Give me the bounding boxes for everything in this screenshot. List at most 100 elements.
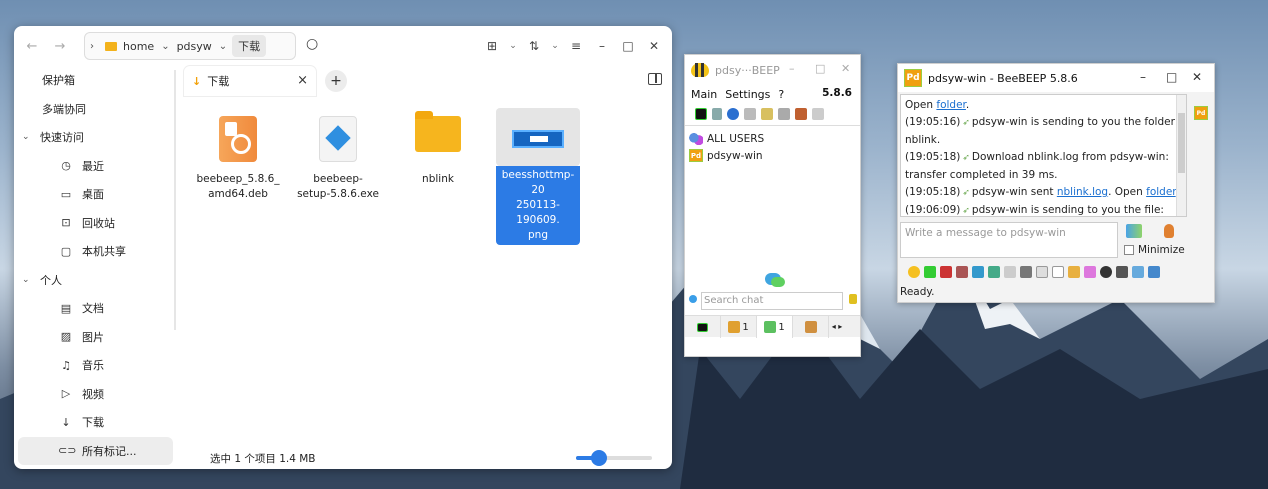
menu-item-help[interactable]: ? — [778, 88, 784, 101]
breadcrumb-pdsyw[interactable]: pdsyw — [175, 40, 214, 53]
filter-icon[interactable] — [972, 266, 984, 278]
sidebar-divider[interactable] — [174, 70, 176, 330]
save-icon[interactable] — [1132, 266, 1144, 278]
checkbox[interactable] — [1124, 245, 1134, 255]
edit-icon[interactable] — [761, 108, 773, 120]
detail-panel-icon[interactable] — [648, 73, 662, 85]
breadcrumb-downloads[interactable]: 下载 — [232, 35, 267, 57]
status-icon[interactable] — [695, 108, 707, 120]
tab-scroll-arrows[interactable]: ◂ ▸ — [829, 316, 845, 337]
minimize-icon[interactable]: – — [789, 62, 795, 75]
close-icon[interactable]: ✕ — [1192, 70, 1202, 84]
scrollbar-thumb[interactable] — [1178, 113, 1185, 173]
close-icon[interactable]: × — [297, 73, 308, 88]
close-icon[interactable]: ✕ — [841, 62, 850, 75]
close-icon[interactable]: ✕ — [642, 34, 666, 58]
history-icon[interactable] — [1084, 266, 1096, 278]
minimize-icon[interactable]: – — [590, 34, 614, 58]
list-item-all-users[interactable]: ALL USERS — [689, 130, 856, 147]
folder-link[interactable]: folder — [1146, 186, 1176, 198]
minimize-checkbox[interactable]: Minimize — [1124, 244, 1185, 256]
sidebar-item-desktop[interactable]: ▭ 桌面 — [14, 180, 179, 209]
transfer-icon: ➶ — [962, 153, 970, 163]
menu-icon[interactable]: ≡ — [564, 34, 588, 58]
search-icon[interactable] — [778, 108, 790, 120]
add-tab-button[interactable]: + — [325, 70, 347, 92]
folder-link[interactable]: folder — [936, 99, 966, 111]
plugin-icon[interactable] — [795, 108, 807, 120]
clear-format-icon[interactable] — [956, 266, 968, 278]
forward-arrow-icon[interactable]: → — [48, 34, 72, 58]
trash-icon[interactable] — [812, 108, 824, 120]
file-share-icon[interactable] — [744, 108, 756, 120]
file-item[interactable]: beebeep_5.8.6_ amd64.deb — [196, 108, 280, 202]
network-icon[interactable] — [727, 108, 739, 120]
sidebar-group-personal[interactable]: ⌄ 个人 — [14, 266, 179, 295]
file-item[interactable]: beebeep- setup-5.8.6.exe — [296, 108, 380, 202]
chevron-down-icon[interactable]: ⌄ — [506, 34, 520, 58]
sidebar-item-pictures[interactable]: ▨ 图片 — [14, 323, 179, 352]
maximize-icon[interactable]: □ — [616, 34, 640, 58]
monitor-icon — [697, 322, 708, 332]
search-icon[interactable]: ○ — [306, 36, 324, 54]
sidebar-group-quick-access[interactable]: ⌄ 快速访问 — [14, 123, 179, 152]
menu-item-main[interactable]: Main — [691, 88, 717, 101]
record-icon[interactable] — [1100, 266, 1112, 278]
message-input[interactable]: Write a message to pdsyw-win — [900, 222, 1118, 258]
sidebar-item-vault[interactable]: 保护箱 — [14, 66, 179, 95]
sort-icon[interactable]: ⇅ — [522, 34, 546, 58]
clear-icon[interactable] — [849, 294, 857, 304]
sidebar-item-shared[interactable]: ▢ 本机共享 — [14, 237, 179, 266]
tab-users[interactable]: 1 — [721, 316, 757, 338]
tab-downloads[interactable]: ↓ 下载 × — [184, 66, 316, 96]
sidebar-item-collaboration[interactable]: 多端协同 — [14, 95, 179, 124]
file-link[interactable]: nblink.log — [1057, 186, 1108, 198]
heart-icon[interactable] — [924, 266, 936, 278]
sidebar-item-documents[interactable]: ▤ 文档 — [14, 294, 179, 323]
sidebar-item-trash[interactable]: ⊡ 回收站 — [14, 209, 179, 238]
profile-icon[interactable] — [712, 108, 722, 120]
minimize-icon[interactable]: – — [1140, 70, 1146, 84]
sidebar-item-all-tags[interactable]: ⊂⊃ 所有标记... — [18, 436, 173, 465]
document-icon[interactable] — [1052, 266, 1064, 278]
maximize-icon[interactable]: □ — [1166, 70, 1177, 84]
sidebar-item-downloads[interactable]: ↓ 下载 — [14, 408, 179, 437]
chevron-down-icon[interactable]: ⌄ — [214, 41, 232, 52]
screenshot-icon[interactable] — [1116, 266, 1128, 278]
compact-icon[interactable] — [1004, 266, 1016, 278]
folder-item[interactable]: nblink — [396, 108, 480, 187]
chat-line: Open folder. — [905, 97, 1182, 114]
send-file-icon[interactable] — [1126, 224, 1142, 238]
chat-text: . — [965, 99, 970, 111]
chevron-down-icon[interactable]: ⌄ — [548, 34, 562, 58]
sidebar-item-videos[interactable]: ▷ 视频 — [14, 380, 179, 409]
folder-icon — [105, 41, 117, 51]
menu-item-settings[interactable]: Settings — [725, 88, 770, 101]
microphone-icon[interactable] — [1164, 224, 1174, 238]
breadcrumb-expand-icon[interactable]: › — [85, 41, 99, 52]
color-icon[interactable] — [988, 266, 1000, 278]
file-item-selected[interactable]: beesshottmp-20 250113-190609. png — [496, 108, 580, 245]
maximize-icon[interactable]: □ — [815, 62, 825, 75]
emoji-icon[interactable] — [908, 266, 920, 278]
sidebar-item-music[interactable]: ♫ 音乐 — [14, 351, 179, 380]
file-name: beebeep_5.8.6_ — [196, 173, 280, 185]
list-item-user[interactable]: Pd pdsyw-win — [689, 147, 856, 164]
share-icon[interactable] — [1148, 266, 1160, 278]
icon-view-icon[interactable]: ⊞ — [480, 34, 504, 58]
chevron-down-icon[interactable]: ⌄ — [156, 41, 174, 52]
notes-icon[interactable] — [1036, 266, 1048, 278]
back-arrow-icon[interactable]: ← — [20, 34, 44, 58]
attach-icon[interactable] — [1068, 266, 1080, 278]
tab-groups[interactable] — [793, 316, 829, 338]
chat-scrollbar[interactable] — [1176, 95, 1186, 216]
text-format-icon[interactable] — [940, 266, 952, 278]
search-input[interactable]: Search chat — [701, 292, 843, 310]
zoom-slider[interactable] — [576, 450, 652, 466]
tab-chats[interactable]: 1 — [757, 316, 793, 338]
zoom-slider-handle[interactable] — [590, 450, 607, 466]
breadcrumb-home[interactable]: home — [121, 40, 156, 53]
sidebar-item-recent[interactable]: ◷ 最近 — [14, 152, 179, 181]
mute-icon[interactable] — [1020, 266, 1032, 278]
tab-monitor[interactable] — [685, 316, 721, 338]
